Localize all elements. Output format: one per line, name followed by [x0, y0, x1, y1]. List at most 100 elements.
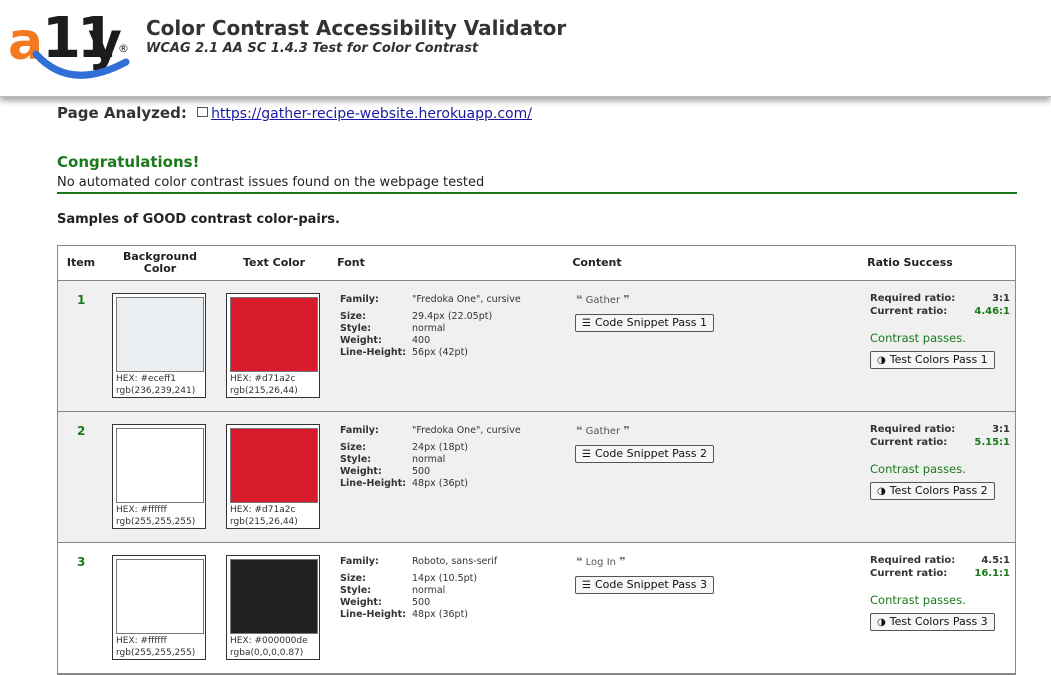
- font-style-value: normal: [412, 323, 446, 334]
- text-color-rgb: rgba(0,0,0,0.87): [230, 648, 304, 658]
- table-row: 1 HEX: #eceff1 rgb(236,239,241) HEX: #d7…: [58, 281, 1015, 412]
- contrast-icon: ◑: [877, 486, 886, 497]
- text-color-swatch: [230, 297, 318, 372]
- test-colors-button[interactable]: ◑ Test Colors Pass 3: [870, 613, 995, 631]
- test-colors-button-label: Test Colors Pass 2: [889, 484, 988, 497]
- content-sample: ❝ Gather ❞: [576, 424, 630, 437]
- font-style-label: Style:: [340, 585, 372, 596]
- result-message: No automated color contrast issues found…: [57, 175, 485, 190]
- test-colors-button-label: Test Colors Pass 1: [889, 353, 988, 366]
- item-number: 3: [77, 555, 86, 569]
- font-style-label: Style:: [340, 454, 372, 465]
- font-size-value: 29.4px (22.05pt): [412, 311, 493, 322]
- table-row: 2 HEX: #ffffff rgb(255,255,255) HEX: #d7…: [58, 412, 1015, 543]
- line-height-value: 56px (42pt): [412, 347, 469, 358]
- current-ratio-value: 16.1:1: [974, 568, 1010, 579]
- code-snippet-button[interactable]: ☰ Code Snippet Pass 3: [575, 576, 715, 594]
- header-item: Item: [66, 256, 96, 269]
- contrast-icon: ◑: [877, 355, 886, 366]
- background-hex: HEX: #ffffff: [116, 505, 167, 515]
- background-swatch-card: HEX: #ffffff rgb(255,255,255): [112, 555, 206, 660]
- content-sample-text: Gather: [585, 295, 621, 306]
- content-sample: ❝ Gather ❞: [576, 293, 630, 306]
- content-sample-text: Gather: [585, 426, 621, 437]
- font-size-label: Size:: [340, 311, 366, 322]
- line-height-label: Line-Height:: [340, 347, 407, 358]
- line-height-label: Line-Height:: [340, 609, 407, 620]
- external-link-icon: [197, 107, 209, 117]
- close-quote-icon: ❞: [623, 293, 630, 306]
- page-analyzed: Page Analyzed: https://gather-recipe-web…: [57, 104, 532, 122]
- font-weight-label: Weight:: [340, 466, 382, 477]
- result-divider: [57, 192, 1017, 194]
- background-swatch: [116, 559, 204, 634]
- text-color-rgb: rgb(215,26,44): [230, 386, 298, 396]
- current-ratio-label: Current ratio:: [870, 437, 948, 448]
- code-snippet-button[interactable]: ☰ Code Snippet Pass 1: [575, 314, 715, 332]
- required-ratio-value: 3:1: [992, 424, 1010, 435]
- font-style-value: normal: [412, 454, 446, 465]
- open-quote-icon: ❝: [576, 555, 583, 568]
- background-swatch-card: HEX: #ffffff rgb(255,255,255): [112, 424, 206, 529]
- background-swatch: [116, 428, 204, 503]
- background-rgb: rgb(255,255,255): [116, 648, 196, 658]
- code-snippet-button-label: Code Snippet Pass 2: [594, 447, 708, 460]
- background-hex: HEX: #ffffff: [116, 636, 167, 646]
- line-height-value: 48px (36pt): [412, 609, 469, 620]
- current-ratio-label: Current ratio:: [870, 306, 948, 317]
- code-snippet-button[interactable]: ☰ Code Snippet Pass 2: [575, 445, 715, 463]
- item-number: 2: [77, 424, 86, 438]
- font-style-value: normal: [412, 585, 446, 596]
- font-family-label: Family:: [340, 556, 379, 567]
- list-icon: ☰: [582, 318, 591, 329]
- font-style-label: Style:: [340, 323, 372, 334]
- background-swatch-card: HEX: #eceff1 rgb(236,239,241): [112, 293, 206, 398]
- text-color-swatch: [230, 559, 318, 634]
- code-snippet-button-label: Code Snippet Pass 3: [594, 578, 708, 591]
- test-colors-button[interactable]: ◑ Test Colors Pass 1: [870, 351, 995, 369]
- font-weight-value: 500: [412, 597, 431, 608]
- required-ratio-value: 3:1: [992, 293, 1010, 304]
- table-row: 3 HEX: #ffffff rgb(255,255,255) HEX: #00…: [58, 543, 1015, 674]
- font-size-value: 14px (10.5pt): [412, 573, 478, 584]
- background-swatch: [116, 297, 204, 372]
- app-title: Color Contrast Accessibility Validator: [146, 16, 567, 40]
- background-rgb: rgb(236,239,241): [116, 386, 196, 396]
- font-family-value: "Fredoka One", cursive: [412, 294, 521, 305]
- app-header: a 11 y ® Color Contrast Accessibility Va…: [0, 0, 1051, 97]
- required-ratio-label: Required ratio:: [870, 424, 956, 435]
- contrast-samples-table: Item Background Color Text Color Font Co…: [57, 245, 1016, 675]
- list-icon: ☰: [582, 449, 591, 460]
- test-colors-button[interactable]: ◑ Test Colors Pass 2: [870, 482, 995, 500]
- header-background-color: Background Color: [122, 250, 198, 275]
- line-height-label: Line-Height:: [340, 478, 407, 489]
- open-quote-icon: ❝: [576, 293, 583, 306]
- text-color-swatch-card: HEX: #000000de rgba(0,0,0,0.87): [226, 555, 320, 660]
- text-color-swatch-card: HEX: #d71a2c rgb(215,26,44): [226, 293, 320, 398]
- analyzed-url-link[interactable]: https://gather-recipe-website.herokuapp.…: [211, 106, 532, 122]
- text-color-hex: HEX: #d71a2c: [230, 374, 296, 384]
- contrast-icon: ◑: [877, 617, 886, 628]
- page-analyzed-label: Page Analyzed:: [57, 104, 187, 122]
- background-hex: HEX: #eceff1: [116, 374, 177, 384]
- font-family-value: Roboto, sans-serif: [412, 556, 498, 567]
- contrast-pass-text: Contrast passes.: [870, 331, 966, 345]
- font-weight-label: Weight:: [340, 597, 382, 608]
- font-family-label: Family:: [340, 294, 379, 305]
- samples-heading: Samples of GOOD contrast color-pairs.: [57, 212, 340, 227]
- current-ratio-label: Current ratio:: [870, 568, 948, 579]
- font-size-value: 24px (18pt): [412, 442, 469, 453]
- header-content: Content: [572, 256, 622, 269]
- text-color-swatch: [230, 428, 318, 503]
- a11y-logo[interactable]: a 11 y ®: [8, 6, 138, 88]
- app-subtitle: WCAG 2.1 AA SC 1.4.3 Test for Color Cont…: [146, 41, 479, 56]
- code-snippet-button-label: Code Snippet Pass 1: [594, 316, 708, 329]
- item-number: 1: [77, 293, 86, 307]
- required-ratio-label: Required ratio:: [870, 293, 956, 304]
- font-size-label: Size:: [340, 573, 366, 584]
- list-icon: ☰: [582, 580, 591, 591]
- required-ratio-value: 4.5:1: [981, 555, 1010, 566]
- text-color-swatch-card: HEX: #d71a2c rgb(215,26,44): [226, 424, 320, 529]
- font-weight-value: 400: [412, 335, 431, 346]
- font-weight-label: Weight:: [340, 335, 382, 346]
